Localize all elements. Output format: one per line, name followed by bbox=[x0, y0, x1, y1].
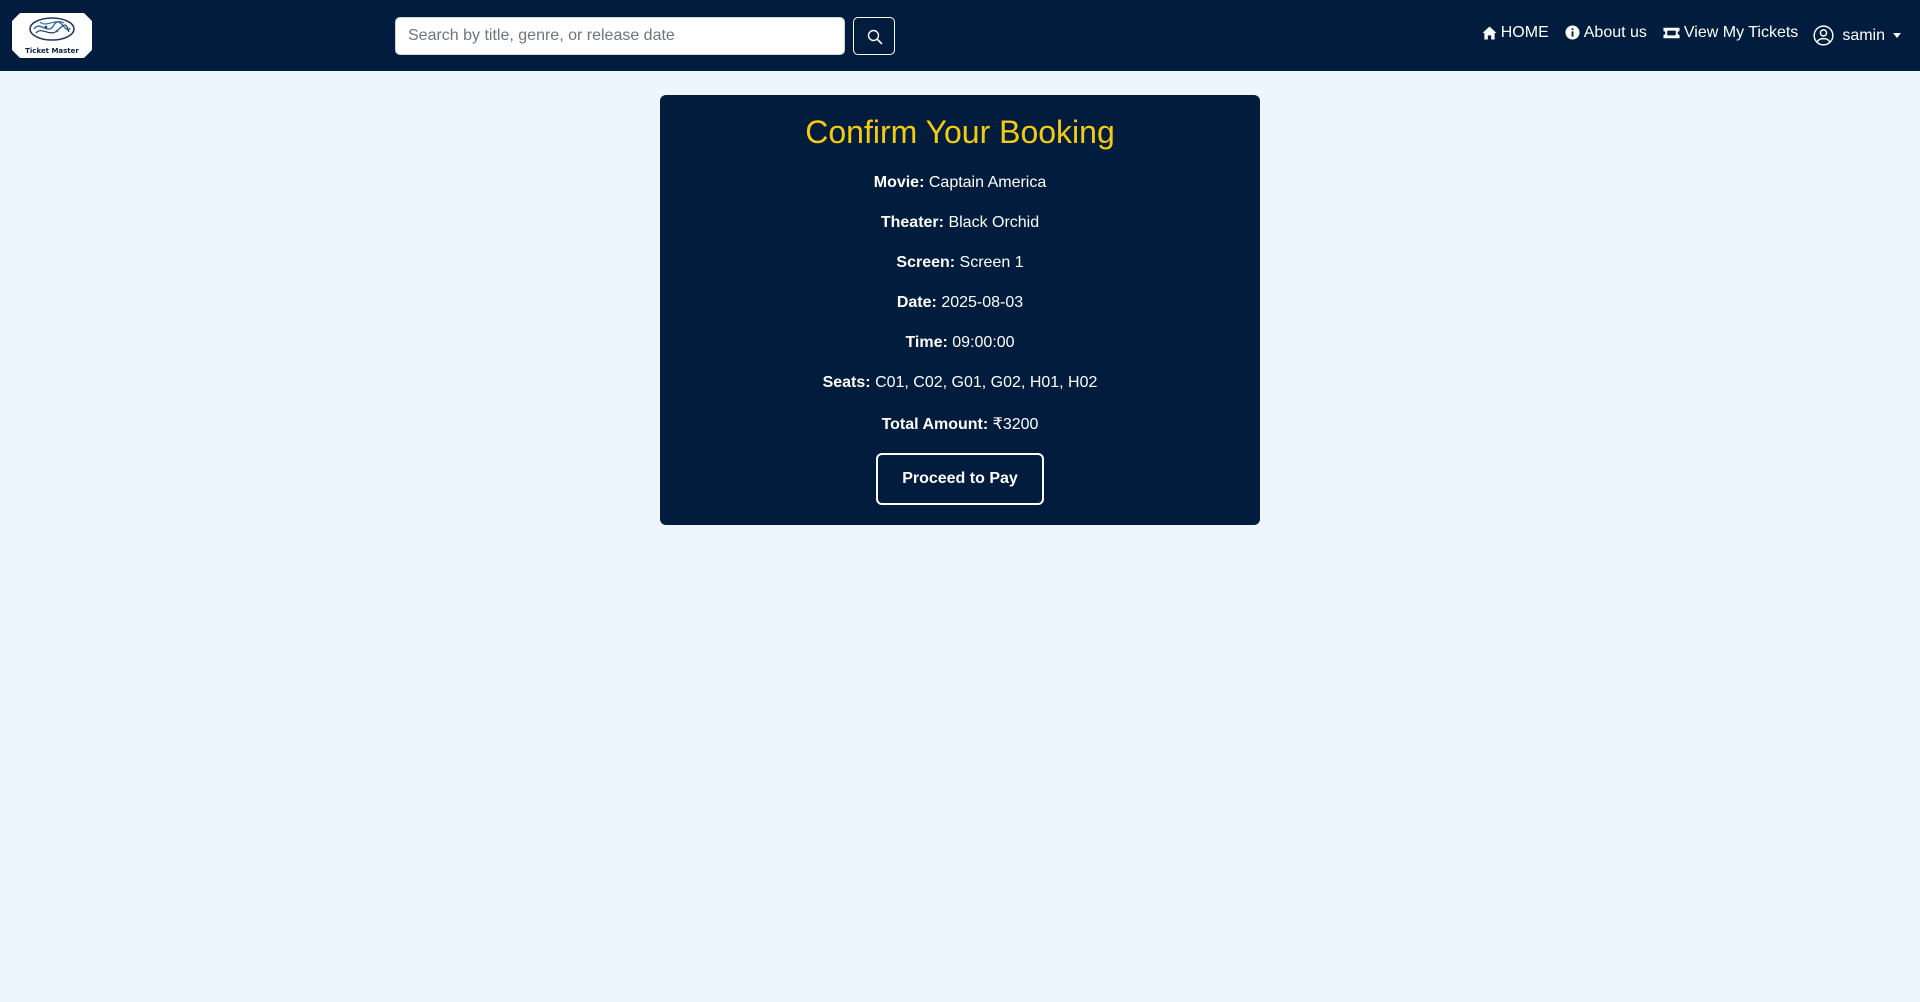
time-row: Time: 09:00:00 bbox=[660, 334, 1260, 352]
home-icon bbox=[1482, 25, 1497, 40]
total-amount-label: Total Amount: bbox=[881, 416, 989, 433]
total-amount-value: ₹3200 bbox=[992, 416, 1039, 433]
username-label: samin bbox=[1842, 26, 1885, 44]
search-input[interactable] bbox=[395, 17, 845, 55]
time-value: 09:00:00 bbox=[952, 334, 1015, 351]
theater-row: Theater: Black Orchid bbox=[660, 214, 1260, 232]
movie-value: Captain America bbox=[928, 174, 1047, 191]
theater-value: Black Orchid bbox=[948, 214, 1040, 231]
time-label: Time: bbox=[905, 334, 948, 351]
date-value: 2025-08-03 bbox=[941, 294, 1024, 311]
logo-text: Ticket Master bbox=[25, 47, 79, 55]
movie-label: Movie: bbox=[873, 174, 925, 191]
total-amount-row: Total Amount: ₹3200 bbox=[660, 414, 1260, 434]
nav-about-link[interactable]: About us bbox=[1565, 24, 1647, 42]
date-row: Date: 2025-08-03 bbox=[660, 294, 1260, 312]
chevron-down-icon bbox=[1893, 33, 1901, 38]
nav-links: HOME About us View My Tickets samin bbox=[1466, 22, 1901, 46]
page-title: Confirm Your Booking bbox=[805, 114, 1115, 150]
nav-home-link[interactable]: HOME bbox=[1482, 24, 1549, 42]
user-circle-icon bbox=[1813, 25, 1834, 46]
search-icon bbox=[867, 29, 883, 45]
ticket-master-logo[interactable]: Ticket Master bbox=[12, 13, 92, 58]
seats-value: C01, C02, G01, G02, H01, H02 bbox=[875, 374, 1098, 391]
nav-home-label: HOME bbox=[1500, 23, 1549, 41]
nav-about-label: About us bbox=[1583, 23, 1647, 41]
ticket-icon bbox=[1663, 27, 1680, 38]
seats-row: Seats: C01, C02, G01, G02, H01, H02 bbox=[660, 374, 1260, 392]
screen-value: Screen 1 bbox=[959, 254, 1024, 271]
user-menu-toggle[interactable]: samin bbox=[1813, 25, 1901, 46]
proceed-to-pay-button[interactable]: Proceed to Pay bbox=[876, 453, 1044, 505]
screen-label: Screen: bbox=[896, 254, 956, 271]
nav-tickets-label: View My Tickets bbox=[1683, 23, 1799, 41]
theater-label: Theater: bbox=[880, 214, 944, 231]
info-icon bbox=[1565, 25, 1580, 40]
nav-tickets-link[interactable]: View My Tickets bbox=[1663, 24, 1798, 42]
screen-row: Screen: Screen 1 bbox=[660, 254, 1260, 272]
navbar: Ticket Master HOME About us bbox=[0, 0, 1920, 71]
search-button[interactable] bbox=[853, 17, 895, 55]
brain-logo-icon bbox=[29, 17, 75, 41]
seats-label: Seats: bbox=[822, 374, 871, 391]
booking-confirmation-card: Confirm Your Booking Movie: Captain Amer… bbox=[660, 95, 1260, 525]
date-label: Date: bbox=[896, 294, 937, 311]
movie-row: Movie: Captain America bbox=[660, 174, 1260, 192]
